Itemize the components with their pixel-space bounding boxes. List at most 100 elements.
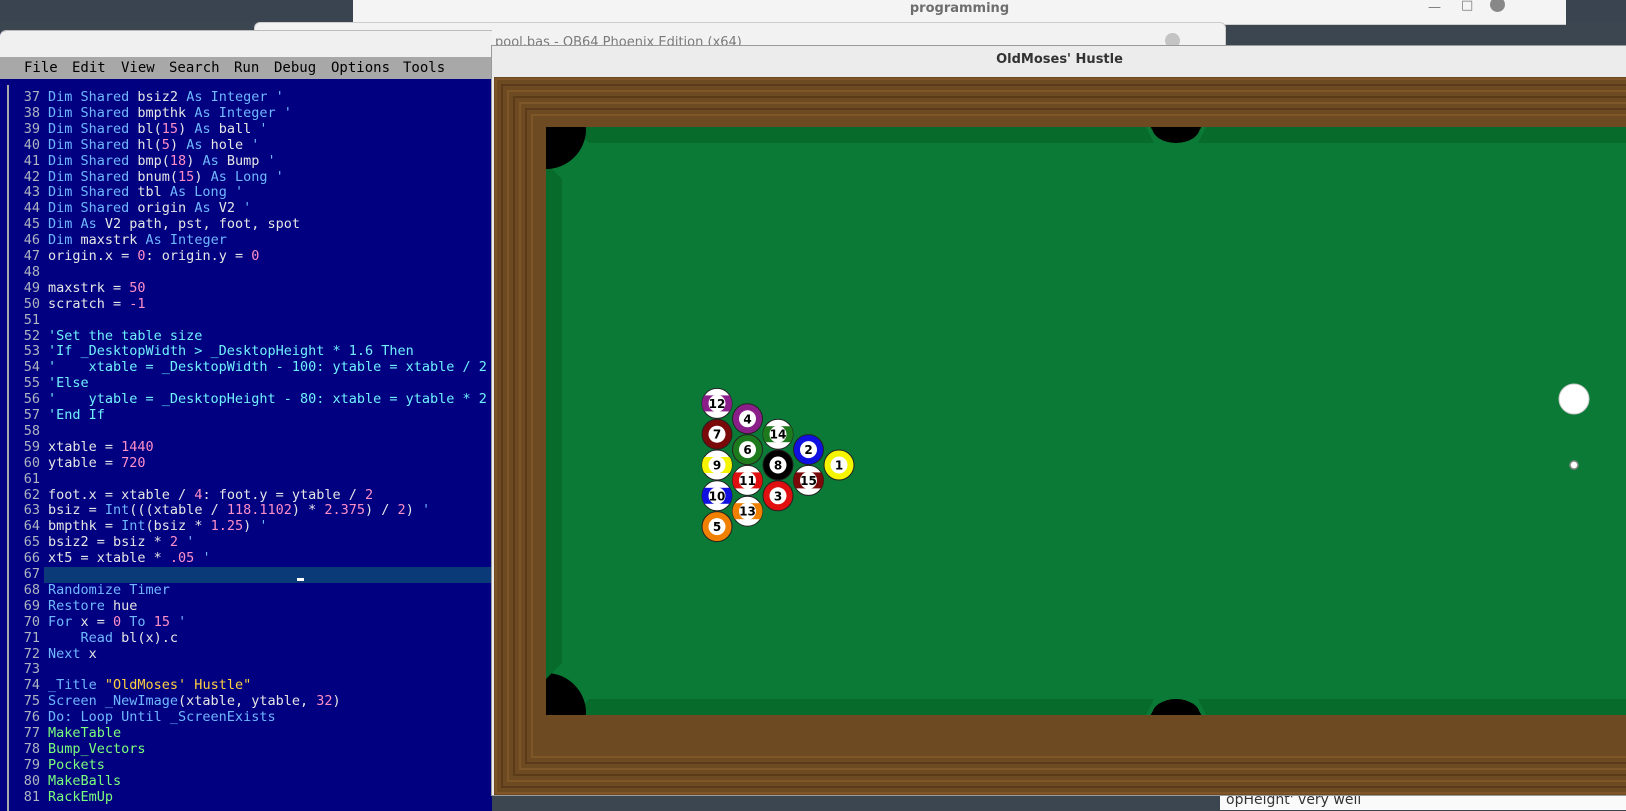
code-line[interactable]: bsiz2 = bsiz * 2 ' (48, 534, 194, 550)
code-line[interactable]: scratch = -1 (48, 296, 146, 312)
code-line[interactable]: RackEmUp (48, 789, 113, 805)
code-token: bl( (137, 120, 162, 137)
code-line[interactable]: Dim Shared bsiz2 As Integer ' (48, 89, 284, 105)
code-token: 2 (169, 534, 179, 551)
code-line[interactable]: Dim Shared hl(5) As hole ' (48, 137, 259, 153)
code-line[interactable]: 'Set the table size (48, 328, 202, 344)
ball-10: 10 (701, 480, 733, 512)
code-line[interactable]: MakeBalls (48, 773, 121, 789)
menu-view[interactable]: View (121, 60, 155, 76)
code-token: ' (178, 534, 195, 551)
code-line[interactable]: xtable = 1440 (48, 439, 154, 455)
menu-options[interactable]: Options (331, 60, 390, 76)
code-line[interactable]: Pockets (48, 757, 105, 773)
cushion-bottom-left (574, 699, 1154, 715)
code-line[interactable]: xt5 = xtable * .05 ' (48, 550, 211, 566)
code-line[interactable]: Dim Shared bnum(15) As Long ' (48, 169, 284, 185)
code-token: Dim Shared (48, 184, 138, 201)
programming-window-title: programming (909, 1, 1010, 16)
code-line[interactable]: Restore hue (48, 598, 137, 614)
line-number: 52 (23, 327, 40, 344)
code-line[interactable]: Next x (48, 646, 97, 662)
code-token: Dim Shared (48, 104, 138, 121)
menu-file[interactable]: File (24, 60, 58, 76)
line-number: 64 (23, 518, 40, 535)
code-token: 50 (129, 279, 146, 296)
code-lines[interactable]: 37 Dim Shared bsiz2 As Integer ' 38 Dim Sha… (0, 89, 492, 809)
code-token: ) (178, 120, 195, 137)
code-token: 5 (161, 136, 170, 153)
code-line[interactable]: Read bl(x).c (48, 630, 179, 646)
line-number: 55 (23, 375, 40, 392)
code-line[interactable]: 'Else (48, 375, 89, 391)
ball-number: 15 (800, 474, 817, 488)
code-line[interactable]: Dim Shared bmpthk As Integer ' (48, 105, 292, 121)
code-line[interactable]: Dim maxstrk As Integer (48, 232, 227, 248)
code-line[interactable]: 'If _DesktopWidth > _DesktopHeight * 1.6… (48, 343, 414, 359)
code-token: 'End If (48, 407, 105, 423)
code-line[interactable]: bsiz = Int(((xtable / 118.1102) * 2.375)… (48, 502, 430, 518)
line-number: 48 (23, 263, 40, 280)
code-line[interactable]: bmpthk = Int(bsiz * 1.25) ' (48, 518, 268, 534)
code-line[interactable]: Bump_Vectors (48, 741, 146, 757)
ball-number: 8 (774, 459, 782, 473)
ide-titlebar[interactable] (0, 31, 492, 57)
code-token: Dim Shared (48, 89, 138, 105)
code-token: _Title (48, 677, 105, 694)
code-line[interactable]: Randomize Timer (48, 582, 170, 598)
pool-table-canvas[interactable]: 12 4 14 7 6 2 9 8 1 11 15 10 3 13 5 (494, 77, 1626, 795)
code-token: : foot.y = ytable / (202, 486, 366, 503)
code-token: Pockets (48, 756, 105, 773)
code-line[interactable]: Dim As V2 path, pst, foot, spot (48, 216, 300, 232)
ball-number: 4 (743, 412, 751, 426)
code-token: As (194, 120, 219, 137)
code-token: ) (405, 502, 422, 519)
code-token: ) (169, 136, 187, 153)
menu-tools[interactable]: Tools (403, 60, 445, 76)
maximize-icon[interactable]: □ (1461, 0, 1473, 13)
ball-6: 6 (732, 434, 763, 466)
pool-table[interactable]: 1241476 29 8 111 1510 3135 (494, 77, 1626, 795)
menu-debug[interactable]: Debug (274, 60, 316, 76)
line-number: 54 (23, 359, 40, 376)
menu-edit[interactable]: Edit (72, 60, 106, 76)
code-line[interactable]: Dim Shared origin As V2 ' (48, 200, 251, 216)
code-line[interactable]: ytable = 720 (48, 455, 146, 471)
ball-number: 6 (743, 443, 751, 457)
code-token: 'Else (48, 375, 89, 392)
line-number: 40 (23, 136, 40, 153)
ball-3: 3 (762, 480, 794, 512)
code-line[interactable]: Screen _NewImage(xtable, ytable, 32) (48, 693, 341, 709)
code-line[interactable]: foot.x = xtable / 4: foot.y = ytable / 2 (48, 487, 373, 503)
code-token: bsiz2 = bsiz * (48, 534, 170, 551)
code-line[interactable]: Do: Loop Until _ScreenExists (48, 709, 276, 725)
code-line[interactable]: Dim Shared tbl As Long ' (48, 184, 243, 200)
code-line[interactable]: ' ytable = _DesktopHeight - 80: xtable =… (48, 391, 487, 407)
cushion-left-edge (546, 173, 562, 679)
line-number: 50 (23, 295, 40, 312)
menu-run[interactable]: Run (234, 60, 259, 76)
code-token: As Integer (186, 89, 276, 105)
code-token: ) (186, 152, 203, 169)
minimize-icon[interactable]: — (1428, 0, 1441, 15)
code-line[interactable]: ' xtable = _DesktopWidth - 100: ytable =… (48, 359, 487, 375)
menu-search[interactable]: Search (169, 60, 220, 76)
code-line[interactable]: Dim Shared bmp(18) As Bump ' (48, 153, 276, 169)
code-line[interactable]: MakeTable (48, 725, 121, 741)
code-token: As (202, 152, 227, 169)
code-line[interactable]: For x = 0 To 15 ' (48, 614, 186, 630)
code-line[interactable]: _Title "OldMoses' Hustle" (48, 677, 251, 693)
code-token: 'Set the table size (48, 327, 203, 344)
code-line[interactable]: Dim Shared bl(15) As ball ' (48, 121, 268, 137)
code-line[interactable]: origin.x = 0: origin.y = 0 (48, 248, 259, 264)
code-token: Next (48, 645, 89, 662)
ide-menubar: File Edit View Search Run Debug Options … (0, 57, 492, 79)
line-number: 70 (23, 613, 40, 630)
code-token: Dim As (48, 216, 105, 233)
code-line[interactable]: maxstrk = 50 (48, 280, 146, 296)
cushion-top-left (574, 127, 1154, 143)
code-line[interactable]: 'End If (48, 407, 105, 423)
ball-number: 7 (713, 428, 721, 442)
code-token: bnum( (137, 168, 179, 185)
code-token: ' (194, 550, 211, 567)
